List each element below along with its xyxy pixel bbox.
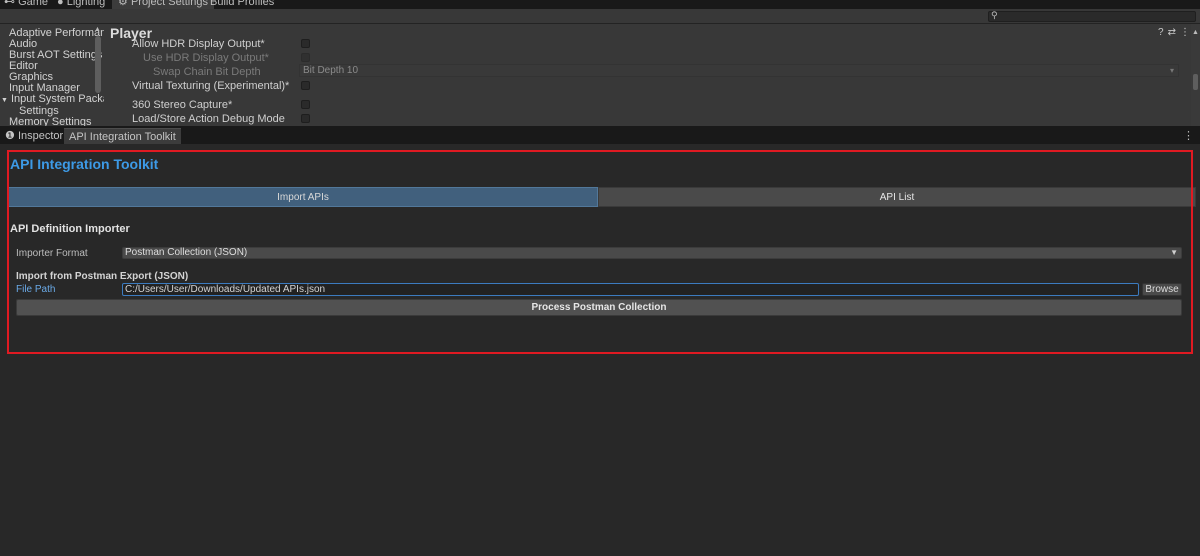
settings-scrollbar[interactable]: ▲: [1191, 24, 1200, 126]
virtual-texturing-checkbox[interactable]: [301, 81, 310, 90]
process-postman-collection-button[interactable]: Process Postman Collection: [16, 299, 1182, 316]
kebab-menu-icon[interactable]: ⋮: [1183, 129, 1194, 142]
tab-api-integration-toolkit-label: API Integration Toolkit: [69, 131, 176, 143]
gamepad-icon: ⊷: [4, 0, 15, 8]
chevron-down-icon: ▼: [1170, 248, 1178, 257]
tab-api-list[interactable]: API List: [598, 187, 1196, 207]
top-tab-strip: ⊷ Game ● Lighting ⚙ Project Settings Bui…: [0, 0, 1200, 9]
tab-project-settings[interactable]: ⚙ Project Settings: [112, 0, 214, 9]
load-store-checkbox[interactable]: [301, 114, 310, 123]
tab-inspector-label: Inspector: [17, 130, 64, 142]
scrollbar-thumb[interactable]: [1193, 74, 1198, 90]
bulb-icon: ●: [57, 0, 64, 8]
file-path-input[interactable]: C:/Users/User/Downloads/Updated APIs.jso…: [122, 283, 1139, 296]
section-heading: API Definition Importer: [10, 223, 130, 235]
tab-game[interactable]: ⊷ Game: [4, 0, 48, 9]
info-icon: ❶: [5, 130, 15, 142]
swap-chain-dropdown: Bit Depth 10 ▾: [299, 64, 1179, 77]
chevron-down-icon: ▾: [1169, 66, 1174, 75]
toolkit-tab-bar: Import APIs API List: [8, 187, 1196, 207]
gear-icon: ⚙: [118, 0, 128, 8]
tab-build-profiles-label: Build Profiles: [210, 0, 275, 8]
setting-stereo-capture-label: 360 Stereo Capture*: [132, 99, 233, 111]
browse-button[interactable]: Browse: [1142, 283, 1182, 296]
help-icon[interactable]: ?: [1158, 27, 1168, 38]
scroll-up-arrow-icon[interactable]: ▲: [94, 26, 101, 33]
project-settings-toolbar: ⚲: [0, 9, 1200, 24]
setting-use-hdr-label: Use HDR Display Output*: [143, 52, 269, 64]
tab-build-profiles[interactable]: Build Profiles: [210, 0, 274, 9]
setting-allow-hdr-label: Allow HDR Display Output*: [132, 38, 265, 50]
scroll-up-arrow-icon[interactable]: ▲: [1192, 29, 1199, 36]
setting-load-store-label: Load/Store Action Debug Mode: [132, 113, 285, 125]
toolkit-title: API Integration Toolkit: [10, 156, 159, 172]
stereo-capture-checkbox[interactable]: [301, 100, 310, 109]
importer-format-dropdown[interactable]: Postman Collection (JSON) ▼: [122, 247, 1182, 259]
tab-api-integration-toolkit[interactable]: API Integration Toolkit: [64, 128, 181, 144]
category-list-scrollbar[interactable]: [95, 36, 101, 93]
swap-chain-value: Bit Depth 10: [303, 65, 359, 76]
importer-format-label: Importer Format: [16, 248, 88, 259]
panel-header-icons: ?⇄⋮: [1158, 27, 1194, 38]
bottom-tab-strip: ❶ Inspector API Integration Toolkit ⋮: [0, 126, 1200, 144]
setting-virtual-texturing-label: Virtual Texturing (Experimental)*: [132, 80, 290, 92]
expand-arrow-icon[interactable]: ▼: [1, 97, 8, 104]
player-settings-panel: Player ?⇄⋮ Allow HDR Display Output* Use…: [104, 24, 1200, 126]
category-item-label: Input System Packag: [11, 93, 104, 105]
use-hdr-checkbox: [301, 53, 310, 62]
allow-hdr-checkbox[interactable]: [301, 39, 310, 48]
preset-icon[interactable]: ⇄: [1168, 27, 1180, 38]
search-icon: ⚲: [991, 10, 998, 20]
category-item[interactable]: Memory Settings: [9, 117, 92, 127]
tab-project-settings-label: Project Settings: [130, 0, 208, 8]
file-path-label: File Path: [16, 284, 56, 295]
unity-editor-window: ⊷ Game ● Lighting ⚙ Project Settings Bui…: [0, 0, 1200, 556]
import-heading: Import from Postman Export (JSON): [16, 271, 189, 282]
tab-lighting[interactable]: ● Lighting: [57, 0, 105, 9]
tab-inspector[interactable]: ❶ Inspector: [5, 128, 63, 144]
project-settings-category-list: Adaptive Performanc Audio Burst AOT Sett…: [0, 24, 104, 126]
importer-format-value: Postman Collection (JSON): [125, 247, 248, 258]
tab-import-apis[interactable]: Import APIs: [8, 187, 598, 207]
setting-swap-chain-label: Swap Chain Bit Depth: [153, 66, 261, 78]
tab-lighting-label: Lighting: [66, 0, 106, 8]
tab-game-label: Game: [18, 0, 49, 8]
project-settings-search-input[interactable]: ⚲: [988, 10, 1196, 22]
